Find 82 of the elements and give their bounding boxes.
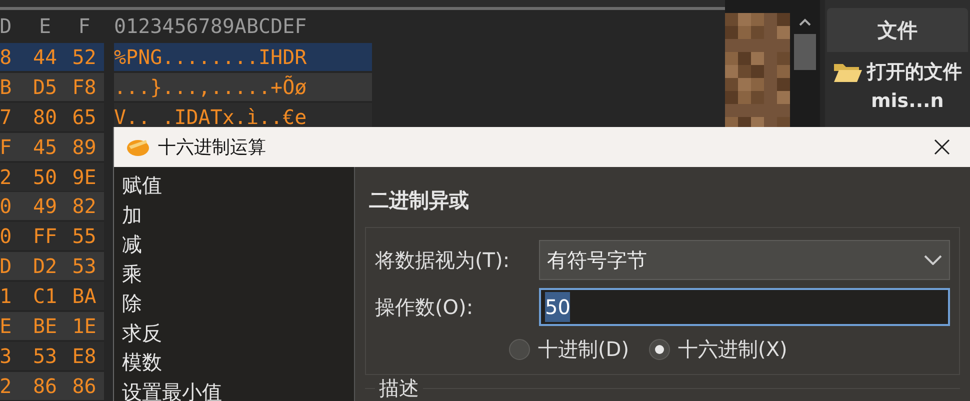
hex-cell-text: 9E: [71, 164, 98, 191]
hex-row[interactable]: 8 44 52: [0, 42, 104, 71]
hex-cell-text: BE: [32, 313, 58, 340]
hex-cell-text: 0: [0, 193, 13, 220]
hex-row[interactable]: E BE 1E: [0, 312, 104, 340]
hex-row[interactable]: 7 80 65: [0, 102, 104, 131]
hex-cell-text: 1: [0, 283, 13, 310]
hex-cell-text: 86: [71, 373, 98, 400]
radio-button[interactable]: [649, 338, 670, 360]
list-item[interactable]: 除: [122, 289, 354, 318]
hex-cell-text: 2: [0, 164, 13, 191]
list-item[interactable]: 赋值: [122, 171, 354, 200]
radio-button[interactable]: [509, 338, 530, 360]
hex-cell-text: B: [0, 74, 13, 101]
hex-cell-text: D2: [32, 253, 58, 280]
hex-row[interactable]: D D2 53: [0, 252, 104, 280]
hex-cell-text: D: [0, 253, 13, 280]
hex-row[interactable]: 0 49 82: [0, 192, 104, 220]
close-icon[interactable]: [934, 139, 950, 155]
hex-row[interactable]: 2 86 86: [0, 372, 104, 400]
hex-row[interactable]: 3 53 E8: [0, 342, 104, 370]
folder-icon: [833, 61, 863, 84]
tree-item[interactable]: mis...n: [871, 86, 970, 115]
column-header: E: [38, 12, 52, 40]
hex-cell-text: 82: [71, 193, 98, 220]
hex-cell-text: E8: [71, 343, 98, 370]
hex-cell-text: E: [0, 313, 13, 340]
group-label: 描述: [378, 377, 420, 399]
hex-cell-text: 45: [32, 134, 58, 161]
list-item[interactable]: 加: [122, 200, 354, 230]
column-header: 0123456789ABCDEF: [114, 12, 307, 40]
hex-cell-text: 80: [32, 104, 58, 131]
hex-cell-text: 86: [32, 373, 58, 400]
hex-row[interactable]: 2 50 9E: [0, 162, 104, 191]
section-heading: 二进制异或: [369, 187, 470, 214]
hex-cell-text: 52: [71, 44, 98, 71]
scroll-up-icon[interactable]: [799, 18, 811, 26]
ascii-cell: ...}...,.....+Õø: [114, 72, 372, 101]
hex-cell-text: 0: [0, 223, 13, 250]
hex-cell-text: F8: [71, 74, 98, 101]
list-item[interactable]: 乘: [122, 260, 354, 289]
hex-cell-text: C1: [32, 283, 58, 310]
column-header: D: [0, 12, 13, 40]
hex-cell-text: 49: [32, 193, 58, 220]
list-item[interactable]: 求反: [122, 318, 354, 348]
hex-row[interactable]: F 45 89: [0, 132, 104, 161]
scrollbar-thumb[interactable]: [794, 34, 816, 70]
radio-option[interactable]: 十进制(D): [509, 334, 630, 364]
hex-cell-text: 2: [0, 373, 13, 400]
hex-cell-text: 53: [71, 253, 98, 280]
hex-cell-text: 3: [0, 343, 13, 370]
hex-row[interactable]: 1 C1 BA: [0, 282, 104, 310]
hex-cell-text: 8: [0, 44, 13, 71]
hex-cell-text: FF: [32, 223, 58, 250]
tree-item[interactable]: 打开的文件: [867, 58, 962, 86]
panel-header: 文件: [827, 8, 968, 52]
hex-cell-text: 1E: [71, 313, 98, 340]
field-label: 将数据视为(T):: [375, 247, 511, 274]
hex-cell-text: D5: [32, 74, 58, 101]
field-label: 操作数(O):: [375, 294, 474, 321]
hex-cell-text: 55: [71, 223, 98, 250]
hex-row[interactable]: 0 FF 55: [0, 222, 104, 250]
radio-option[interactable]: 十六进制(X): [649, 334, 788, 364]
window-title: 十六进制运算: [158, 136, 266, 160]
hex-cell-text: 65: [71, 104, 98, 131]
type-dropdown[interactable]: 有符号字节: [539, 240, 950, 280]
app-icon: [126, 137, 150, 157]
hex-cell-text: F: [0, 134, 13, 161]
hex-row[interactable]: B D5 F8: [0, 72, 104, 101]
hex-cell-text: 89: [71, 134, 98, 161]
hex-cell-text: 53: [32, 343, 58, 370]
chevron-down-icon: [924, 255, 942, 265]
hex-cell-text: 7: [0, 104, 13, 131]
ascii-cell: %PNG........IHDR: [114, 42, 372, 71]
list-item[interactable]: 减: [122, 230, 354, 260]
list-item[interactable]: 模数: [122, 348, 354, 378]
operand-field[interactable]: 50: [539, 288, 950, 326]
hex-cell-text: BA: [71, 283, 98, 310]
list-item[interactable]: 设置最小值: [122, 378, 354, 401]
column-header: F: [77, 12, 92, 40]
hex-cell-text: 44: [32, 44, 58, 71]
hex-cell-text: 50: [32, 164, 58, 191]
